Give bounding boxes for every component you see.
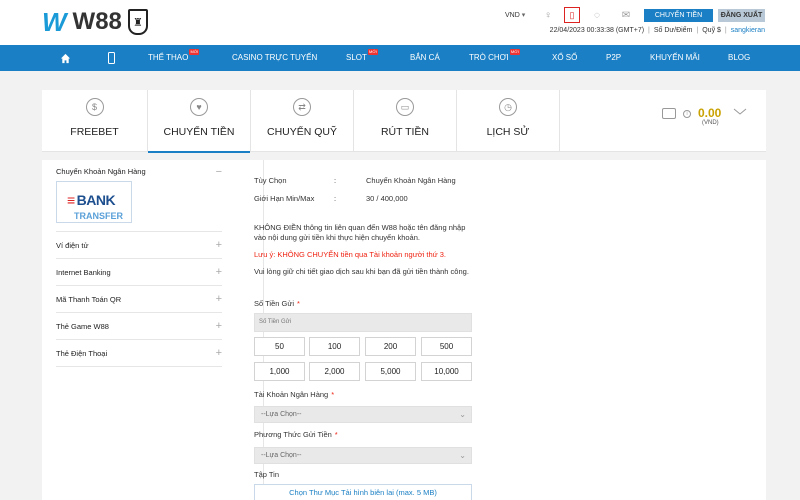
balance-points-link[interactable]: Số Dư/Điểm bbox=[654, 27, 693, 34]
tab-transfer-fund[interactable]: ⇄ CHUYỂN QUỸ bbox=[251, 90, 354, 152]
method-bank-transfer[interactable]: Chuyển Khoản Ngân Hàng − ≡ BANK TRANSFER bbox=[56, 160, 222, 232]
notification-icon[interactable]: ♀ bbox=[541, 9, 555, 22]
tab-withdraw[interactable]: ▭ RÚT TIỀN bbox=[354, 90, 457, 152]
bank-transfer-logo[interactable]: ≡ BANK TRANSFER bbox=[56, 181, 132, 223]
limit-value: 30 / 400,000 bbox=[366, 194, 408, 203]
expand-icon[interactable]: + bbox=[216, 313, 222, 340]
new-badge: MỚI bbox=[509, 49, 520, 55]
nav-item-fishing[interactable]: BẮN CÁ bbox=[410, 45, 440, 71]
bank-account-select[interactable]: --Lựa Chọn-- ⌄ bbox=[254, 406, 472, 423]
method-internet-banking[interactable]: Internet Banking + bbox=[56, 259, 222, 286]
chevron-down-icon: ⌄ bbox=[459, 410, 466, 419]
deposit-method-select[interactable]: --Lựa Chọn-- ⌄ bbox=[254, 447, 472, 464]
datetime: 22/04/2023 00:33:38 (GMT+7) bbox=[549, 27, 645, 34]
piggy-bank-icon: ♥ bbox=[190, 98, 208, 116]
nav-item-slot[interactable]: SLOT MỚI bbox=[346, 45, 378, 71]
notice-text: KHÔNG ĐIỀN thông tin liên quan đến W88 h… bbox=[254, 223, 466, 242]
mobile-icon[interactable]: ▯ bbox=[564, 7, 580, 23]
amount-2000-button[interactable]: 2,000 bbox=[309, 362, 360, 381]
deposit-method-label: Phương Thức Gửi Tiền * bbox=[254, 430, 338, 439]
limit-label: Giới Hạn Min/Max bbox=[254, 194, 315, 203]
wallet-icon bbox=[662, 108, 676, 119]
expand-icon[interactable]: + bbox=[216, 286, 222, 313]
logo-text: W88 bbox=[72, 8, 122, 35]
nav-item-promotions[interactable]: KHUYẾN MÃI bbox=[650, 45, 700, 71]
amount-label: Số Tiền Gửi * bbox=[254, 299, 300, 308]
payment-method-sidebar: Chuyển Khoản Ngân Hàng − ≡ BANK TRANSFER … bbox=[56, 160, 264, 500]
cash-icon: ▭ bbox=[396, 98, 414, 116]
method-w88-game-card[interactable]: Thẻ Game W88 + bbox=[56, 313, 222, 340]
nav-item-blog[interactable]: BLOG bbox=[728, 45, 750, 71]
option-value: Chuyển Khoản Ngân Hàng bbox=[366, 176, 456, 185]
limit-colon: : bbox=[334, 194, 337, 203]
bank-account-label: Tài Khoản Ngân Hàng * bbox=[254, 390, 335, 399]
tab-deposit[interactable]: ♥ CHUYỂN TIỀN bbox=[148, 90, 251, 153]
w88-logo[interactable]: W W88 ♜ bbox=[42, 6, 148, 37]
toggle-icon[interactable]: ◌ bbox=[590, 9, 604, 22]
transfer-icon: ⇄ bbox=[293, 98, 311, 116]
mobile-phone-icon[interactable] bbox=[108, 52, 115, 64]
dollar-icon: $ bbox=[85, 98, 104, 116]
file-label: Tập Tin bbox=[254, 470, 280, 479]
nav-item-casino[interactable]: CASINO TRỰC TUYẾN bbox=[232, 45, 317, 71]
third-party-warning: Lưu ý: KHÔNG CHUYỂN tiền qua Tài khoản n… bbox=[254, 250, 447, 259]
expand-icon[interactable]: + bbox=[216, 232, 222, 259]
chevron-down-icon: ⌄ bbox=[459, 451, 466, 460]
mail-icon[interactable]: ✉ bbox=[619, 9, 633, 22]
deposit-button[interactable]: CHUYỂN TIỀN bbox=[644, 9, 713, 22]
tab-history[interactable]: ◷ LỊCH SỬ bbox=[457, 90, 560, 152]
clock-icon: ◷ bbox=[499, 98, 517, 116]
fulham-crest-icon: ♜ bbox=[127, 9, 148, 35]
new-badge: MỚI bbox=[368, 49, 378, 55]
amount-10000-button[interactable]: 10,000 bbox=[421, 362, 472, 381]
method-qr-code[interactable]: Mã Thanh Toán QR + bbox=[56, 286, 222, 313]
amount-200-button[interactable]: 200 bbox=[365, 337, 416, 356]
new-badge: MỚI bbox=[189, 49, 200, 55]
method-phone-card[interactable]: Thẻ Điện Thoại + bbox=[56, 340, 222, 367]
upload-receipt-button[interactable]: Chọn Thư Mục Tải hình biên lai (max. 5 M… bbox=[254, 484, 472, 500]
amount-500-button[interactable]: 500 bbox=[421, 337, 472, 356]
option-label: Tùy Chọn bbox=[254, 176, 287, 185]
nav-item-p2p[interactable]: P2P bbox=[606, 45, 621, 71]
amount-5000-button[interactable]: 5,000 bbox=[365, 362, 416, 381]
method-e-wallet[interactable]: Ví điện tử + bbox=[56, 232, 222, 259]
deposit-form: Tùy Chọn : Chuyển Khoản Ngân Hàng Giới H… bbox=[254, 160, 734, 500]
amount-1000-button[interactable]: 1,000 bbox=[254, 362, 305, 381]
fund-link[interactable]: Quỹ $ bbox=[702, 27, 721, 34]
chevron-down-icon[interactable] bbox=[733, 108, 747, 116]
w-logo-icon: W bbox=[42, 6, 67, 37]
balance-currency: (VND) bbox=[702, 120, 719, 126]
keep-info-text: Vui lòng giữ chi tiết giao dịch sau khi … bbox=[254, 267, 469, 276]
nav-item-lottery[interactable]: XỔ SỐ bbox=[552, 45, 577, 71]
main-nav: THỂ THAO MỚI CASINO TRỰC TUYẾN SLOT MỚI BẮ… bbox=[0, 45, 800, 71]
user-info: 22/04/2023 00:33:38 (GMT+7) | Số Dư/Điểm… bbox=[549, 27, 765, 34]
expand-icon[interactable]: + bbox=[216, 340, 222, 367]
amount-input[interactable]: Số Tiền Gửi bbox=[254, 313, 472, 332]
currency-select[interactable]: VND bbox=[505, 11, 525, 19]
account-tabs: $ FREEBET ♥ CHUYỂN TIỀN ⇄ CHUYỂN QUỸ ▭ R… bbox=[42, 90, 766, 153]
username[interactable]: sangkieran bbox=[731, 27, 765, 34]
balance-value: 0.00 bbox=[698, 106, 722, 120]
deposit-content: Chuyển Khoản Ngân Hàng − ≡ BANK TRANSFER … bbox=[42, 160, 766, 500]
top-bar: W W88 ♜ VND ♀ ▯ ◌ ✉ CHUYỂN TIỀN ĐĂNG XUẤ… bbox=[0, 0, 800, 45]
home-icon[interactable] bbox=[60, 53, 71, 64]
info-icon[interactable]: i bbox=[683, 110, 691, 118]
collapse-icon[interactable]: − bbox=[216, 160, 222, 184]
nav-item-games[interactable]: TRÒ CHƠI MỚI bbox=[469, 45, 520, 71]
amount-100-button[interactable]: 100 bbox=[309, 337, 360, 356]
tab-freebet[interactable]: $ FREEBET bbox=[42, 90, 148, 152]
option-colon: : bbox=[334, 176, 337, 185]
nav-item-sports[interactable]: THỂ THAO MỚI bbox=[148, 45, 200, 71]
amount-50-button[interactable]: 50 bbox=[254, 337, 305, 356]
expand-icon[interactable]: + bbox=[216, 259, 222, 286]
logout-button[interactable]: ĐĂNG XUẤT bbox=[718, 9, 765, 22]
